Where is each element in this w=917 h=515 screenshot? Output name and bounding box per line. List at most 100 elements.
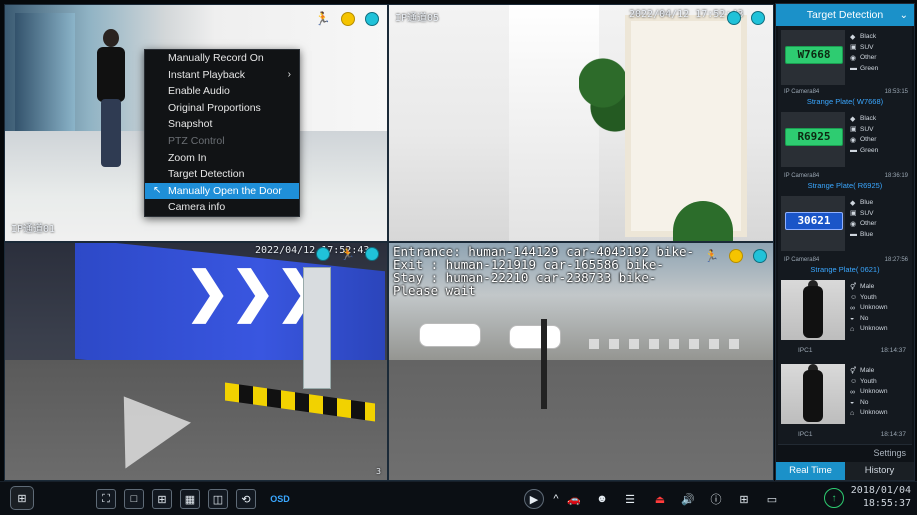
- camera-tile-4[interactable]: Entrance: human-144129 car-4043192 bike-…: [388, 242, 774, 481]
- face-search-button[interactable]: ☻: [592, 489, 612, 509]
- attr-value: No: [860, 314, 869, 322]
- chevron-down-icon[interactable]: ⌄: [900, 10, 908, 21]
- menu-label: Original Proportions: [168, 101, 261, 114]
- attr-value: Black: [860, 33, 877, 40]
- attr-hat: ⌂ Unknown: [850, 324, 888, 335]
- osd-button[interactable]: OSD: [264, 490, 296, 508]
- camera-3-status-icons: 🏃: [316, 247, 379, 261]
- menu-item-manual-record[interactable]: Manually Record On: [145, 50, 299, 67]
- network-button[interactable]: ⊞: [734, 489, 754, 509]
- mask-icon: ◒: [850, 399, 855, 407]
- menu-label: PTZ Control: [168, 134, 225, 147]
- attribute-list: ◆ Black ▣ SUV ◉ Other ▬ Green: [850, 114, 878, 156]
- detection-card-person[interactable]: ⚥ Male ☺ Youth ∞ Unknown ◒ No ⌂ Unknown IPC1 …: [778, 360, 912, 445]
- attribute-list: ⚥ Male ☺ Youth ∞ Unknown ◒ No ⌂ Unknown: [850, 282, 888, 335]
- attr-value: No: [860, 398, 869, 406]
- alarm-button[interactable]: ⏏: [650, 489, 670, 509]
- status-dot-cyan: [316, 247, 331, 261]
- layout-1-button[interactable]: □: [124, 489, 144, 509]
- layout-custom-icon: ◫: [212, 493, 224, 506]
- menu-item-camera-info[interactable]: Camera info: [145, 199, 299, 216]
- play-button[interactable]: ▶: [524, 489, 544, 509]
- attr-color: ◆ Black: [850, 114, 878, 125]
- person-torso: [97, 47, 125, 102]
- settings-link[interactable]: Settings: [873, 448, 906, 458]
- tab-real-time[interactable]: Real Time: [776, 462, 845, 480]
- palette-icon: ◆: [850, 115, 856, 123]
- camera-name: IPC1: [798, 347, 813, 354]
- motion-icon: 🏃: [704, 249, 719, 263]
- network-icon: ⊞: [739, 493, 749, 506]
- info-button[interactable]: ⓘ: [706, 489, 726, 509]
- layout-custom-button[interactable]: ◫: [208, 489, 228, 509]
- start-menu-button[interactable]: ⊞: [10, 486, 34, 510]
- plate-icon: ▬: [850, 65, 857, 73]
- vehicle-search-button[interactable]: 🚗: [564, 489, 584, 509]
- attr-value: Black: [860, 115, 877, 122]
- info-icon: ⓘ: [710, 494, 722, 506]
- person-body: [803, 286, 823, 338]
- context-menu: Manually Record On Instant Playback › Ena…: [144, 49, 300, 217]
- sequence-button[interactable]: ⟲: [236, 489, 256, 509]
- plate-icon: ▬: [850, 147, 857, 155]
- hat-icon: ⌂: [850, 325, 855, 333]
- attr-value: Green: [860, 146, 879, 154]
- attr-value: Unknown: [860, 388, 888, 395]
- attribute-list: ◆ Black ▣ SUV ◉ Other ▬ Green: [850, 32, 878, 74]
- menu-item-zoom-in[interactable]: Zoom In: [145, 150, 299, 167]
- person-thumbnail: [781, 364, 845, 424]
- monitor-button[interactable]: ▭: [762, 489, 782, 509]
- attr-value: SUV: [860, 209, 874, 217]
- card-time: 18:27:56: [884, 257, 908, 263]
- panel-header[interactable]: Target Detection ⌄: [776, 4, 914, 26]
- brand-icon: ◉: [850, 54, 857, 62]
- menu-item-original-proportions[interactable]: Original Proportions: [145, 100, 299, 117]
- brand-icon: ◉: [850, 136, 857, 144]
- chevron-arrows: ❯❯❯: [185, 262, 321, 322]
- car-icon: 🚗: [567, 493, 581, 506]
- menu-item-enable-audio[interactable]: Enable Audio: [145, 83, 299, 100]
- expand-button[interactable]: ^: [546, 489, 566, 509]
- person-head: [103, 29, 119, 47]
- detection-card[interactable]: 30621 ◆ Blue ▣ SUV ◉ Other ▬ Blue IP Camera8…: [778, 192, 912, 277]
- layout-1-icon: □: [130, 493, 138, 505]
- menu-item-instant-playback[interactable]: Instant Playback ›: [145, 67, 299, 84]
- attr-value: Blue: [860, 230, 874, 238]
- status-dot-cyan-2: [365, 247, 379, 261]
- camera-tile-2[interactable]: IP通道05 2022/04/12 17:52:43: [388, 4, 774, 242]
- attr-color: ◆ Blue: [850, 198, 877, 209]
- card-footer: IP Camera84 18:27:56: [784, 257, 908, 263]
- motion-icon: 🏃: [340, 247, 355, 261]
- audio-button[interactable]: 🔊: [678, 489, 698, 509]
- nvr-live-view: 🏃 IP通道01 IP通道05 2022/04/12 17:52:43 ❯❯❯: [0, 0, 917, 515]
- traffic-stats-overlay: Entrance: human-144129 car-4043192 bike-…: [393, 245, 694, 297]
- card-time: 18:36:19: [884, 173, 908, 179]
- attr-glasses: ∞ Unknown: [850, 387, 888, 398]
- tab-history[interactable]: History: [845, 462, 914, 480]
- menu-item-target-detection[interactable]: Target Detection: [145, 166, 299, 183]
- menu-item-open-door[interactable]: ↖ Manually Open the Door: [145, 182, 299, 200]
- fullscreen-button[interactable]: ⛶: [96, 489, 116, 509]
- camera-tile-3[interactable]: ❯❯❯ 2022/04/12 17:52:43 🏃 3: [4, 242, 388, 481]
- detection-card-person[interactable]: ⚥ Male ☺ Youth ∞ Unknown ◒ No ⌂ Unknown IPC1 …: [778, 276, 912, 361]
- detection-card[interactable]: W7668 ◆ Black ▣ SUV ◉ Other ▬ Green IP Camer…: [778, 26, 912, 109]
- menu-label: Target Detection: [168, 168, 245, 181]
- menu-item-snapshot[interactable]: Snapshot: [145, 116, 299, 133]
- cloud-upload-icon[interactable]: ↑: [824, 488, 844, 508]
- attr-color: ◆ Black: [850, 32, 878, 43]
- detection-card[interactable]: R6925 ◆ Black ▣ SUV ◉ Other ▬ Green IP Camer…: [778, 108, 912, 193]
- menu-label: Manually Open the Door: [168, 184, 282, 197]
- menu-label: Zoom In: [168, 151, 207, 164]
- play-icon: ▶: [529, 493, 539, 506]
- hat-icon: ⌂: [850, 409, 855, 417]
- layout-4-button[interactable]: ⊞: [152, 489, 172, 509]
- pointer-icon: ↖: [153, 184, 162, 196]
- layout-9-button[interactable]: ▦: [180, 489, 200, 509]
- attr-value: Green: [860, 64, 879, 72]
- card-time: 18:14:37: [880, 347, 906, 354]
- status-dot-yellow: [341, 12, 355, 26]
- camera-name: IPC1: [798, 431, 813, 438]
- strange-plate-label: Strange Plate( W7668): [806, 97, 884, 106]
- event-list-button[interactable]: ☰: [620, 489, 640, 509]
- age-icon: ☺: [850, 294, 858, 302]
